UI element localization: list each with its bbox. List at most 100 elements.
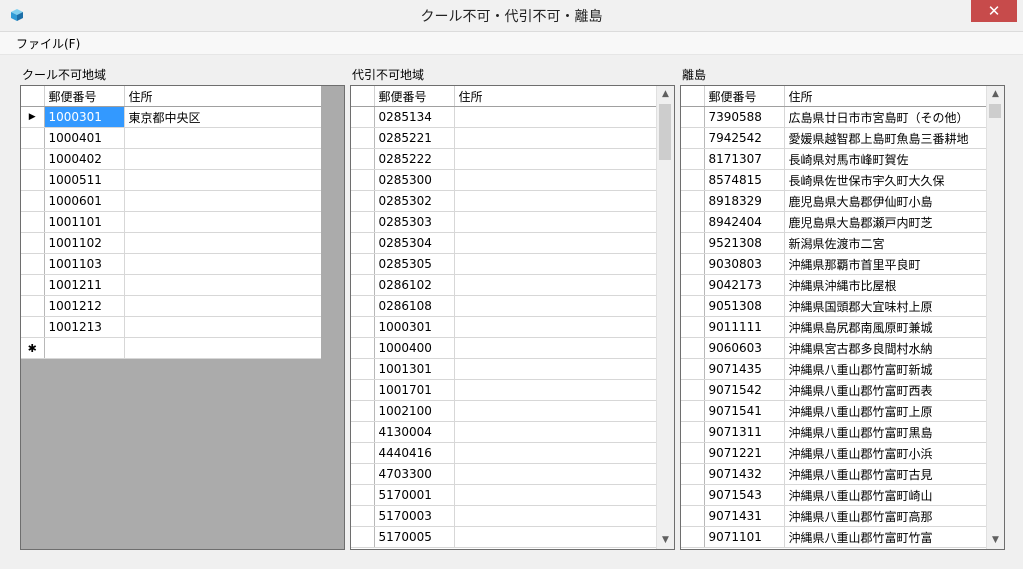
postal-cell[interactable]: 0286108 — [374, 295, 455, 317]
address-cell[interactable] — [454, 484, 657, 506]
close-button[interactable]: ✕ — [971, 0, 1017, 22]
table-row[interactable]: 9011111 沖縄県島尻郡南風原町兼城 — [681, 316, 987, 338]
postal-cell[interactable]: 1000301 — [44, 106, 125, 128]
row-header[interactable] — [351, 421, 375, 443]
row-header[interactable] — [351, 211, 375, 233]
address-cell[interactable] — [454, 505, 657, 527]
postal-cell[interactable]: 4703300 — [374, 463, 455, 485]
column-header-address[interactable]: 住所 — [124, 86, 322, 107]
table-row[interactable]: 9042173 沖縄県沖縄市比屋根 — [681, 274, 987, 296]
address-cell[interactable] — [454, 400, 657, 422]
row-header[interactable] — [21, 127, 45, 149]
postal-cell[interactable]: 4440416 — [374, 442, 455, 464]
table-row[interactable]: 1001211 — [21, 274, 322, 296]
address-cell[interactable] — [454, 190, 657, 212]
row-header[interactable] — [681, 274, 705, 296]
row-header[interactable] — [351, 169, 375, 191]
address-cell[interactable]: 沖縄県八重山郡竹富町小浜 — [784, 442, 987, 464]
column-header-postal[interactable]: 郵便番号 — [704, 86, 785, 107]
address-cell[interactable]: 沖縄県国頭郡大宜味村上原 — [784, 295, 987, 317]
table-row[interactable]: 8942404 鹿児島県大島郡瀬戸内町芝 — [681, 211, 987, 233]
row-header[interactable] — [681, 106, 705, 128]
table-row[interactable]: 1001103 — [21, 253, 322, 275]
table-row[interactable]: 9071311 沖縄県八重山郡竹富町黒島 — [681, 421, 987, 443]
address-cell[interactable]: 沖縄県八重山郡竹富町竹富 — [784, 526, 987, 548]
island-grid[interactable]: 郵便番号 住所 7390588 広島県廿日市市宮島町（その他） 7942542 愛媛… — [680, 85, 1005, 550]
table-row[interactable]: 0285303 — [351, 211, 657, 233]
postal-cell[interactable]: 9042173 — [704, 274, 785, 296]
table-row[interactable]: 1000401 — [21, 127, 322, 149]
postal-cell[interactable]: 9521308 — [704, 232, 785, 254]
table-row[interactable]: 9060603 沖縄県宮古郡多良間村水納 — [681, 337, 987, 359]
table-row[interactable]: 9071432 沖縄県八重山郡竹富町古見 — [681, 463, 987, 485]
address-cell[interactable] — [124, 316, 322, 338]
row-header[interactable] — [351, 505, 375, 527]
scroll-up-arrow-icon[interactable]: ▲ — [987, 86, 1004, 103]
row-header[interactable] — [681, 421, 705, 443]
table-row[interactable]: 7942542 愛媛県越智郡上島町魚島三番耕地 — [681, 127, 987, 149]
scroll-thumb[interactable] — [989, 104, 1001, 118]
address-cell[interactable]: 愛媛県越智郡上島町魚島三番耕地 — [784, 127, 987, 149]
row-header[interactable] — [681, 190, 705, 212]
address-cell[interactable]: 沖縄県島尻郡南風原町兼城 — [784, 316, 987, 338]
postal-cell[interactable]: 9071541 — [704, 400, 785, 422]
table-row[interactable]: 0285300 — [351, 169, 657, 191]
scroll-down-arrow-icon[interactable]: ▼ — [657, 532, 674, 549]
postal-cell[interactable]: 1001213 — [44, 316, 125, 338]
table-row[interactable]: 9071101 沖縄県八重山郡竹富町竹富 — [681, 526, 987, 548]
table-row[interactable]: 9030803 沖縄県那覇市首里平良町 — [681, 253, 987, 275]
address-cell[interactable] — [454, 463, 657, 485]
postal-cell[interactable]: 1000401 — [44, 127, 125, 149]
address-cell[interactable] — [454, 526, 657, 548]
scroll-thumb[interactable] — [659, 104, 671, 160]
postal-cell[interactable]: 5170005 — [374, 526, 455, 548]
table-row[interactable]: 0285221 — [351, 127, 657, 149]
postal-cell[interactable]: 0286102 — [374, 274, 455, 296]
column-header-address[interactable]: 住所 — [784, 86, 987, 107]
address-cell[interactable] — [454, 358, 657, 380]
table-row[interactable]: 1001301 — [351, 358, 657, 380]
postal-cell[interactable]: 8171307 — [704, 148, 785, 170]
table-row[interactable]: 1001102 — [21, 232, 322, 254]
postal-cell[interactable]: 9071221 — [704, 442, 785, 464]
postal-cell[interactable]: 5170003 — [374, 505, 455, 527]
scroll-down-arrow-icon[interactable]: ▼ — [987, 532, 1004, 549]
table-row[interactable]: 4703300 — [351, 463, 657, 485]
row-header[interactable] — [21, 148, 45, 170]
address-cell[interactable] — [454, 106, 657, 128]
table-row[interactable]: ▶ 1000301 東京都中央区 — [21, 106, 322, 128]
row-header[interactable] — [351, 379, 375, 401]
postal-cell[interactable]: 9071101 — [704, 526, 785, 548]
address-cell[interactable] — [454, 442, 657, 464]
table-row[interactable]: 1001101 — [21, 211, 322, 233]
table-row[interactable]: 1001701 — [351, 379, 657, 401]
table-row[interactable]: 9071221 沖縄県八重山郡竹富町小浜 — [681, 442, 987, 464]
postal-cell[interactable]: 0285302 — [374, 190, 455, 212]
table-row[interactable]: 8171307 長崎県対馬市峰町賀佐 — [681, 148, 987, 170]
row-header[interactable] — [21, 169, 45, 191]
address-cell[interactable] — [454, 211, 657, 233]
table-row[interactable]: 0285134 — [351, 106, 657, 128]
postal-cell[interactable]: 9071311 — [704, 421, 785, 443]
postal-cell[interactable]: 9030803 — [704, 253, 785, 275]
address-cell[interactable] — [124, 169, 322, 191]
table-row[interactable]: 1001213 — [21, 316, 322, 338]
address-cell[interactable]: 沖縄県八重山郡竹富町崎山 — [784, 484, 987, 506]
table-row[interactable]: 5170003 — [351, 505, 657, 527]
postal-cell[interactable]: 9071431 — [704, 505, 785, 527]
address-cell[interactable]: 沖縄県八重山郡竹富町上原 — [784, 400, 987, 422]
postal-cell[interactable]: 1001701 — [374, 379, 455, 401]
row-header[interactable] — [681, 442, 705, 464]
address-cell[interactable] — [454, 232, 657, 254]
row-header[interactable] — [351, 316, 375, 338]
row-header[interactable] — [681, 295, 705, 317]
row-header[interactable] — [351, 358, 375, 380]
cool-region-grid[interactable]: 郵便番号 住所 ▶ 1000301 東京都中央区 1000401 1000402… — [20, 85, 345, 550]
postal-cell[interactable]: 0285304 — [374, 232, 455, 254]
address-cell[interactable] — [124, 274, 322, 296]
postal-cell[interactable]: 0285221 — [374, 127, 455, 149]
row-header[interactable] — [681, 232, 705, 254]
row-header[interactable] — [681, 463, 705, 485]
address-cell[interactable]: 長崎県対馬市峰町賀佐 — [784, 148, 987, 170]
table-row[interactable]: 1001212 — [21, 295, 322, 317]
